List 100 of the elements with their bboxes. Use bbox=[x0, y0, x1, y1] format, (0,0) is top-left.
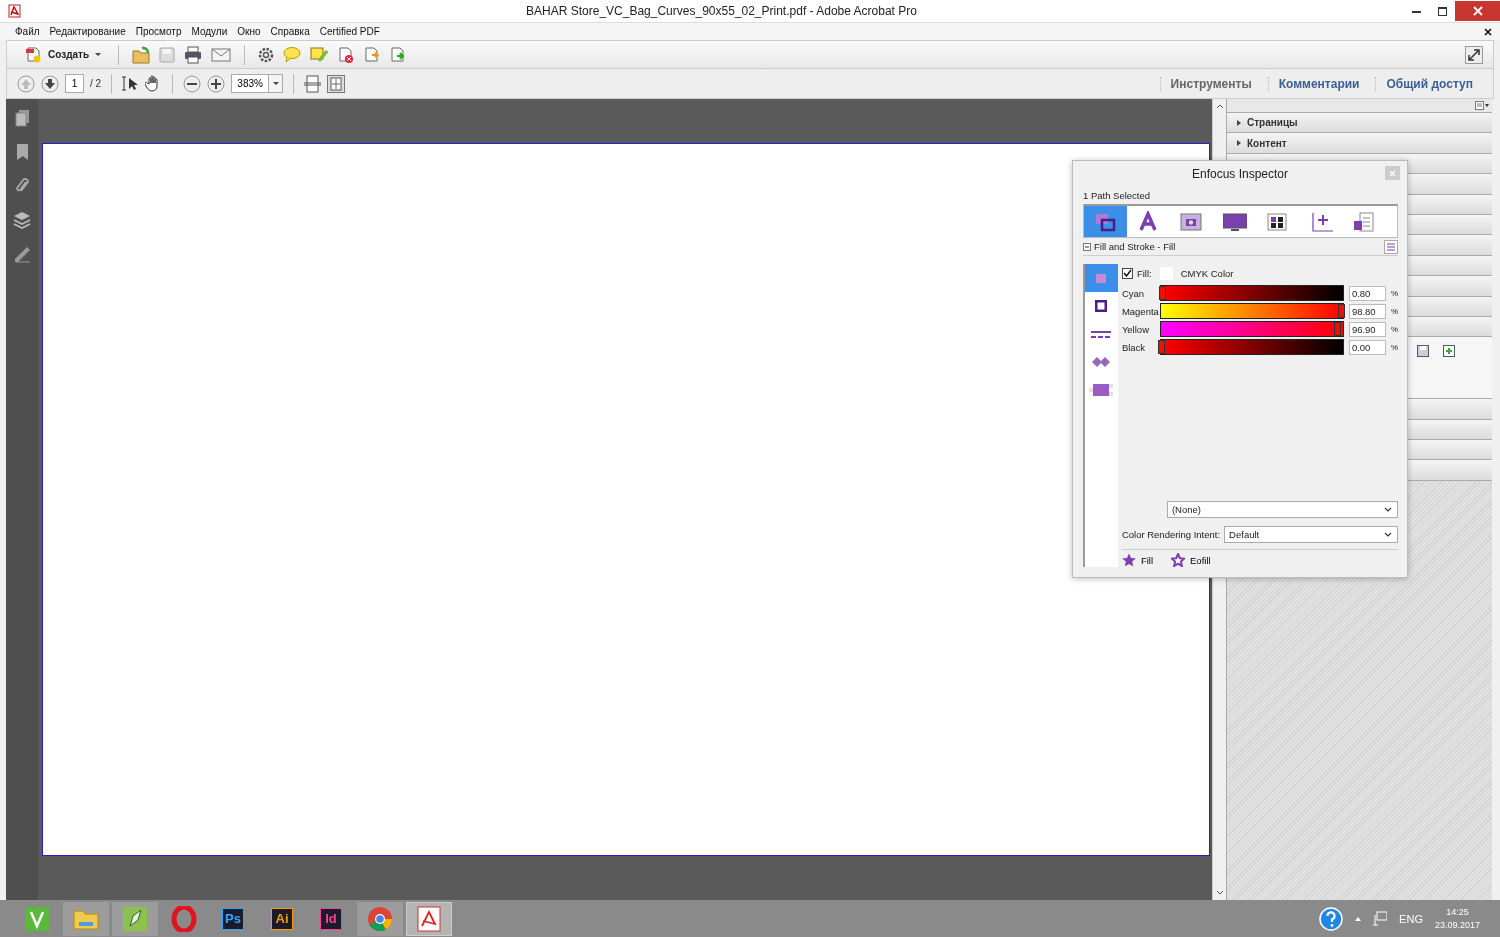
caret-icon bbox=[95, 53, 102, 56]
fit-width-icon[interactable] bbox=[304, 74, 322, 93]
channel-label: Black bbox=[1121, 341, 1147, 353]
color-slider[interactable] bbox=[1159, 339, 1344, 355]
value-field[interactable]: 0.80 bbox=[1348, 285, 1386, 301]
page-down-icon[interactable] bbox=[41, 74, 59, 93]
select-cursor-icon[interactable] bbox=[122, 75, 140, 92]
close-document-icon[interactable] bbox=[1484, 27, 1492, 36]
color-slider[interactable] bbox=[1159, 303, 1344, 319]
close-button[interactable] bbox=[1455, 1, 1500, 21]
taskbar-app[interactable] bbox=[406, 901, 452, 936]
menu-item[interactable]: Справка bbox=[265, 26, 315, 37]
fill-checkbox[interactable] bbox=[1121, 267, 1133, 279]
monitor-icon bbox=[1222, 210, 1247, 233]
taskbar-app[interactable]: Ai bbox=[259, 901, 305, 936]
zoom-out-icon[interactable] bbox=[183, 74, 202, 93]
panel-tab[interactable]: Комментарии bbox=[1267, 76, 1370, 91]
slider-thumb[interactable] bbox=[1334, 322, 1342, 336]
acrobat-icon bbox=[8, 4, 21, 18]
star-icon bbox=[1121, 553, 1136, 567]
channel-label: Yellow bbox=[1121, 323, 1150, 335]
round-logo-icon bbox=[367, 905, 393, 932]
panel-section[interactable]: Контент bbox=[1227, 133, 1492, 154]
taskbar-app[interactable] bbox=[112, 901, 158, 936]
save-icon[interactable] bbox=[1417, 345, 1429, 358]
settings-icon[interactable] bbox=[258, 46, 275, 63]
menu-item[interactable]: Файл bbox=[10, 26, 45, 37]
color-slider[interactable] bbox=[1159, 321, 1344, 337]
menu-item[interactable]: Окно bbox=[232, 26, 266, 37]
open-folder-icon[interactable] bbox=[132, 45, 151, 64]
menu-item[interactable]: Certified PDF bbox=[314, 26, 385, 37]
preset-dropdown[interactable]: (None) bbox=[1166, 501, 1398, 518]
menu-icon[interactable] bbox=[1384, 239, 1398, 254]
document-export-icon[interactable] bbox=[389, 46, 407, 63]
color-slider[interactable] bbox=[1159, 285, 1344, 301]
pages-icon[interactable] bbox=[14, 109, 30, 127]
menu-item[interactable]: Редактирование bbox=[44, 26, 131, 37]
app-logo: Ai bbox=[271, 907, 293, 930]
inspector-title: Enfocus Inspector bbox=[1191, 166, 1289, 181]
signature-icon[interactable] bbox=[13, 245, 31, 263]
menu-item[interactable]: Просмотр bbox=[130, 26, 187, 37]
clock-date: 23.09.2017 bbox=[1434, 918, 1480, 932]
percent-unit: % bbox=[1390, 306, 1398, 316]
pencil-icon bbox=[122, 905, 148, 932]
camera-icon bbox=[1179, 210, 1204, 233]
page-count: / 2 bbox=[90, 78, 102, 89]
taskbar-app[interactable]: Id bbox=[308, 901, 354, 936]
value-field[interactable]: 98.80 bbox=[1348, 303, 1386, 319]
mail-icon[interactable] bbox=[211, 45, 232, 64]
fill-rule-button[interactable]: Eofill bbox=[1171, 553, 1211, 567]
app-logo: Id bbox=[320, 907, 342, 930]
create-button[interactable]: Создать bbox=[21, 46, 106, 63]
fill-rule-button[interactable]: Fill bbox=[1121, 553, 1153, 567]
panel-section[interactable]: Страницы bbox=[1227, 113, 1492, 134]
scroll-down-icon bbox=[1215, 890, 1224, 896]
fill-swatch-icon bbox=[1096, 273, 1107, 283]
checker-gradient-icon bbox=[1089, 384, 1114, 396]
percent-unit: % bbox=[1390, 324, 1398, 334]
expand-icon[interactable] bbox=[1465, 45, 1483, 64]
expand-arrow-icon bbox=[1237, 140, 1241, 147]
document-add-icon[interactable] bbox=[1443, 345, 1455, 358]
slider-thumb[interactable] bbox=[1157, 340, 1165, 354]
comment-icon[interactable] bbox=[283, 46, 302, 63]
document-delete-icon[interactable] bbox=[337, 46, 355, 63]
percent-unit: % bbox=[1390, 288, 1398, 298]
panel-tab[interactable]: Общий доступ bbox=[1375, 76, 1483, 91]
clock-time: 14:25 bbox=[1446, 905, 1469, 919]
app-logo: Ps bbox=[222, 907, 244, 930]
rendering-intent-dropdown[interactable]: Default bbox=[1224, 526, 1398, 543]
network-icon[interactable] bbox=[1373, 911, 1388, 926]
close-icon bbox=[1472, 6, 1483, 16]
tray-arrow-icon[interactable] bbox=[1355, 915, 1362, 922]
print-icon[interactable] bbox=[184, 45, 203, 64]
taskbar-app[interactable] bbox=[357, 901, 403, 936]
dashed-line-icon bbox=[1091, 330, 1112, 338]
fill-label: Fill: bbox=[1136, 267, 1152, 279]
document-info-icon bbox=[1351, 210, 1376, 233]
page-number-field[interactable]: 1 bbox=[65, 74, 84, 93]
page-up-icon[interactable] bbox=[17, 74, 35, 93]
collapse-icon[interactable] bbox=[1083, 242, 1091, 251]
slider-thumb[interactable] bbox=[1159, 286, 1167, 300]
panel-options-icon[interactable] bbox=[1475, 101, 1489, 110]
star-outline-icon bbox=[1171, 553, 1185, 567]
zoom-in-icon[interactable] bbox=[207, 74, 226, 93]
layers-icon[interactable] bbox=[13, 211, 31, 229]
document-arrow-icon[interactable] bbox=[363, 46, 381, 63]
ring-icon bbox=[171, 905, 197, 932]
section-label: Контент bbox=[1247, 137, 1287, 149]
bookmark-icon[interactable] bbox=[14, 143, 30, 161]
menu-item[interactable]: Модули bbox=[186, 26, 233, 37]
fit-page-icon[interactable] bbox=[327, 74, 346, 93]
close-icon bbox=[1389, 169, 1396, 177]
maximize-icon bbox=[1437, 6, 1447, 16]
value-field[interactable]: 0.00 bbox=[1348, 339, 1386, 355]
help-icon[interactable] bbox=[1319, 906, 1344, 931]
slider-thumb[interactable] bbox=[1337, 304, 1345, 318]
value-field[interactable]: 96.90 bbox=[1348, 321, 1386, 337]
pen-nib-icon bbox=[24, 905, 50, 932]
taskbar-app[interactable]: Ps bbox=[210, 901, 256, 936]
expand-arrow-icon bbox=[1237, 119, 1241, 126]
